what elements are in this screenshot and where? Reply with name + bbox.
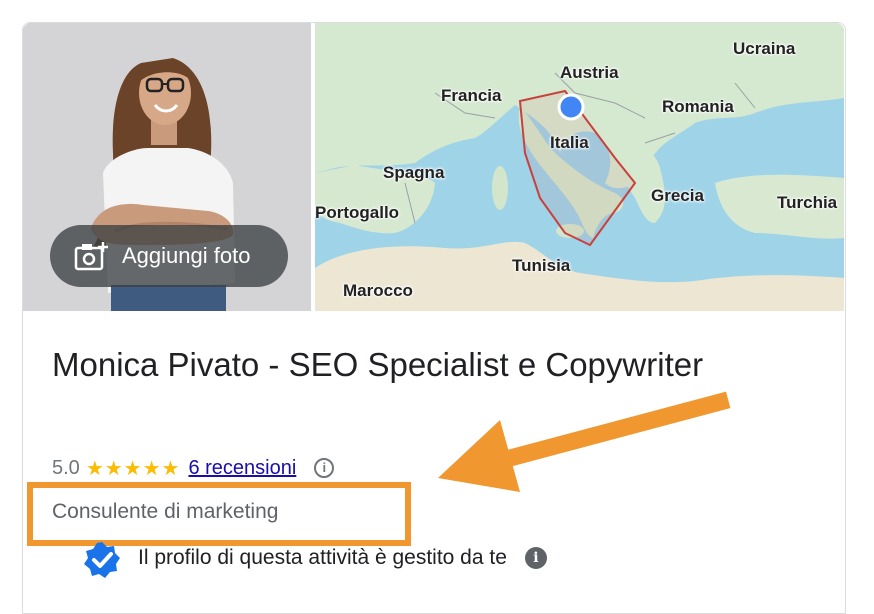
rating-value: 5.0 — [52, 456, 80, 479]
map-label-romania: Romania — [662, 97, 734, 116]
map-label-tunisia: Tunisia — [512, 256, 571, 275]
info-icon[interactable]: i — [314, 458, 335, 478]
map-label-austria: Austria — [560, 63, 619, 82]
add-photo-button[interactable]: Aggiungi foto — [50, 225, 288, 287]
managed-text: Il profilo di questa attività è gestito … — [138, 546, 507, 569]
map-label-portogallo: Portogallo — [315, 203, 400, 222]
map-preview[interactable]: Austria Ucraina Francia Romania Italia S… — [315, 23, 844, 311]
business-category: Consulente di marketing — [52, 500, 279, 523]
business-name: Monica Pivato - SEO Specialist e Copywri… — [52, 346, 704, 383]
map-label-spagna: Spagna — [383, 163, 445, 182]
add-photo-icon — [74, 242, 108, 271]
map-label-italia: Italia — [550, 133, 589, 152]
map-label-francia: Francia — [441, 86, 502, 105]
map-label-grecia: Grecia — [651, 186, 704, 205]
reviews-link[interactable]: 6 recensioni — [188, 457, 296, 480]
map-label-marocco: Marocco — [343, 281, 413, 300]
rating-stars: ★★★★★ — [85, 457, 181, 480]
map-label-ucraina: Ucraina — [733, 39, 796, 58]
map-label-turchia: Turchia — [777, 193, 838, 212]
info-filled-icon[interactable]: i — [524, 547, 547, 569]
add-photo-label: Aggiungi foto — [122, 243, 251, 268]
managed-profile-row: Il profilo di questa attività è gestito … — [82, 536, 547, 580]
rating-row: 5.0 ★★★★★ 6 recensioni i — [52, 455, 335, 481]
verified-badge-icon — [84, 542, 120, 578]
